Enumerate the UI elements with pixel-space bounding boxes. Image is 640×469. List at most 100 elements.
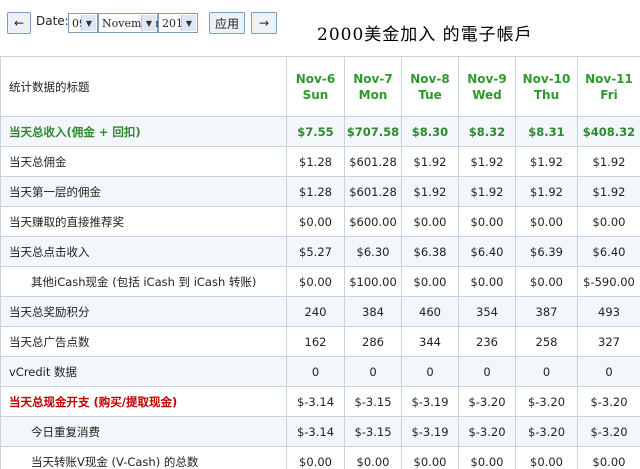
day-date: Nov-9 xyxy=(467,71,507,86)
next-day-button[interactable]: → xyxy=(251,12,277,34)
day-weekday: Thu xyxy=(533,87,560,102)
cell-value: $100.00 xyxy=(344,266,402,297)
cell-value: 240 xyxy=(286,296,345,327)
cell-value: 387 xyxy=(515,296,578,327)
cell-value: $0.00 xyxy=(458,206,516,237)
day-weekday: Wed xyxy=(472,87,502,102)
cell-value: $0.00 xyxy=(577,206,640,237)
row-label: 当天总点击收入 xyxy=(0,236,287,267)
cell-value: $601.28 xyxy=(344,146,402,177)
cell-value: 354 xyxy=(458,296,516,327)
date-label: Date: xyxy=(36,14,69,28)
cell-value: $707.58 xyxy=(344,116,402,147)
month-select[interactable]: November ▼ xyxy=(98,13,160,33)
row-label: vCredit 数据 xyxy=(0,356,287,387)
cell-value: $-3.15 xyxy=(344,416,402,447)
cell-value: $0.00 xyxy=(515,446,578,469)
cell-value: $0.00 xyxy=(515,206,578,237)
cell-value: $408.32 xyxy=(577,116,640,147)
table-row: 当天总收入(佣金 + 回扣) $7.55 $707.58 $8.30 $8.32… xyxy=(0,116,640,147)
row-label: 今日重复消费 xyxy=(0,416,287,447)
cell-value: 460 xyxy=(401,296,459,327)
cell-value: 0 xyxy=(515,356,578,387)
table-row: 当天总佣金 $1.28 $601.28 $1.92 $1.92 $1.92 $1… xyxy=(0,146,640,177)
cell-value: $-3.20 xyxy=(515,386,578,417)
cell-value: 493 xyxy=(577,296,640,327)
day-date: Nov-11 xyxy=(585,71,633,86)
table-row: 当天第一层的佣金 $1.28 $601.28 $1.92 $1.92 $1.92… xyxy=(0,176,640,207)
cell-value: $8.31 xyxy=(515,116,578,147)
page-headline: 2000美金加入 的電子帳戶 xyxy=(317,25,533,45)
stats-table-container: 统计数据的标题 Nov-6 Sun Nov-7 Mon Nov-8 Tue Nov-9… xyxy=(0,56,640,469)
previous-day-button[interactable]: ← xyxy=(7,12,31,34)
stats-table: 统计数据的标题 Nov-6 Sun Nov-7 Mon Nov-8 Tue Nov-9… xyxy=(0,56,640,469)
cell-value: 344 xyxy=(401,326,459,357)
row-label: 当天总现金开支 (购买/提取现金) xyxy=(0,386,287,417)
cell-value: $6.38 xyxy=(401,236,459,267)
date-toolbar: ← Date: 09 ▼ November ▼ 2011 ▼ 应用 → 2000… xyxy=(0,0,640,45)
apply-button[interactable]: 应用 xyxy=(209,12,245,34)
day-header: Nov-6 Sun xyxy=(286,56,345,117)
cell-value: $5.27 xyxy=(286,236,345,267)
table-row: 其他iCash现金 (包括 iCash 到 iCash 转账) $0.00 $1… xyxy=(0,266,640,297)
table-row: 当天总现金开支 (购买/提取现金) $-3.14 $-3.15 $-3.19 $… xyxy=(0,386,640,417)
cell-value: $-3.20 xyxy=(577,416,640,447)
apply-button-label: 应用 xyxy=(214,16,239,31)
table-row: vCredit 数据 0 0 0 0 0 0 xyxy=(0,356,640,387)
row-label: 当天转账V现金 (V-Cash) 的总数 xyxy=(0,446,287,469)
cell-value: $1.92 xyxy=(458,146,516,177)
day-select[interactable]: 09 ▼ xyxy=(68,13,98,33)
cell-value: $-3.20 xyxy=(577,386,640,417)
chevron-down-icon: ▼ xyxy=(81,15,96,31)
day-header: Nov-7 Mon xyxy=(344,56,402,117)
cell-value: 384 xyxy=(344,296,402,327)
cell-value: $0.00 xyxy=(401,446,459,469)
table-row: 当天总广告点数 162 286 344 236 258 327 xyxy=(0,326,640,357)
cell-value: $1.92 xyxy=(458,176,516,207)
cell-value: $0.00 xyxy=(401,266,459,297)
cell-value: $-3.19 xyxy=(401,416,459,447)
table-row: 当天总点击收入 $5.27 $6.30 $6.38 $6.40 $6.39 $6… xyxy=(0,236,640,267)
cell-value: $0.00 xyxy=(458,266,516,297)
row-label: 当天赚取的直接推荐奖 xyxy=(0,206,287,237)
cell-value: $8.32 xyxy=(458,116,516,147)
table-row: 当天赚取的直接推荐奖 $0.00 $600.00 $0.00 $0.00 $0.… xyxy=(0,206,640,237)
cell-value: $6.30 xyxy=(344,236,402,267)
chevron-down-icon: ▼ xyxy=(141,15,156,31)
cell-value: $1.92 xyxy=(577,176,640,207)
cell-value: $0.00 xyxy=(458,446,516,469)
row-label: 当天总广告点数 xyxy=(0,326,287,357)
cell-value: $7.55 xyxy=(286,116,345,147)
cell-value: $-3.20 xyxy=(515,416,578,447)
cell-value: $6.39 xyxy=(515,236,578,267)
cell-value: $-3.20 xyxy=(458,386,516,417)
cell-value: $601.28 xyxy=(344,176,402,207)
cell-value: $-3.19 xyxy=(401,386,459,417)
day-date: Nov-6 xyxy=(295,71,336,86)
cell-value: $1.92 xyxy=(577,146,640,177)
cell-value: $0.00 xyxy=(286,446,345,469)
cell-value: 0 xyxy=(401,356,459,387)
cell-value: $1.92 xyxy=(515,176,578,207)
cell-value: 327 xyxy=(577,326,640,357)
row-label: 当天总佣金 xyxy=(0,146,287,177)
cell-value: 0 xyxy=(577,356,640,387)
table-row: 当天总奖励积分 240 384 460 354 387 493 xyxy=(0,296,640,327)
cell-value: 0 xyxy=(344,356,402,387)
row-label: 当天总收入(佣金 + 回扣) xyxy=(0,116,287,147)
cell-value: $1.28 xyxy=(286,146,345,177)
cell-value: $-3.15 xyxy=(344,386,402,417)
cell-value: $-590.00 xyxy=(577,266,640,297)
cell-value: 286 xyxy=(344,326,402,357)
row-label: 当天第一层的佣金 xyxy=(0,176,287,207)
table-header-row: 统计数据的标题 Nov-6 Sun Nov-7 Mon Nov-8 Tue Nov-9… xyxy=(0,56,640,117)
year-select[interactable]: 2011 ▼ xyxy=(158,13,198,33)
day-date: Nov-10 xyxy=(522,71,571,86)
cell-value: $0.00 xyxy=(515,266,578,297)
cell-value: $0.00 xyxy=(401,206,459,237)
cell-value: $-3.14 xyxy=(286,386,345,417)
cell-value: $1.92 xyxy=(401,176,459,207)
cell-value: 236 xyxy=(458,326,516,357)
table-row: 今日重复消费 $-3.14 $-3.15 $-3.19 $-3.20 $-3.2… xyxy=(0,416,640,447)
arrow-left-icon: ← xyxy=(13,16,25,30)
